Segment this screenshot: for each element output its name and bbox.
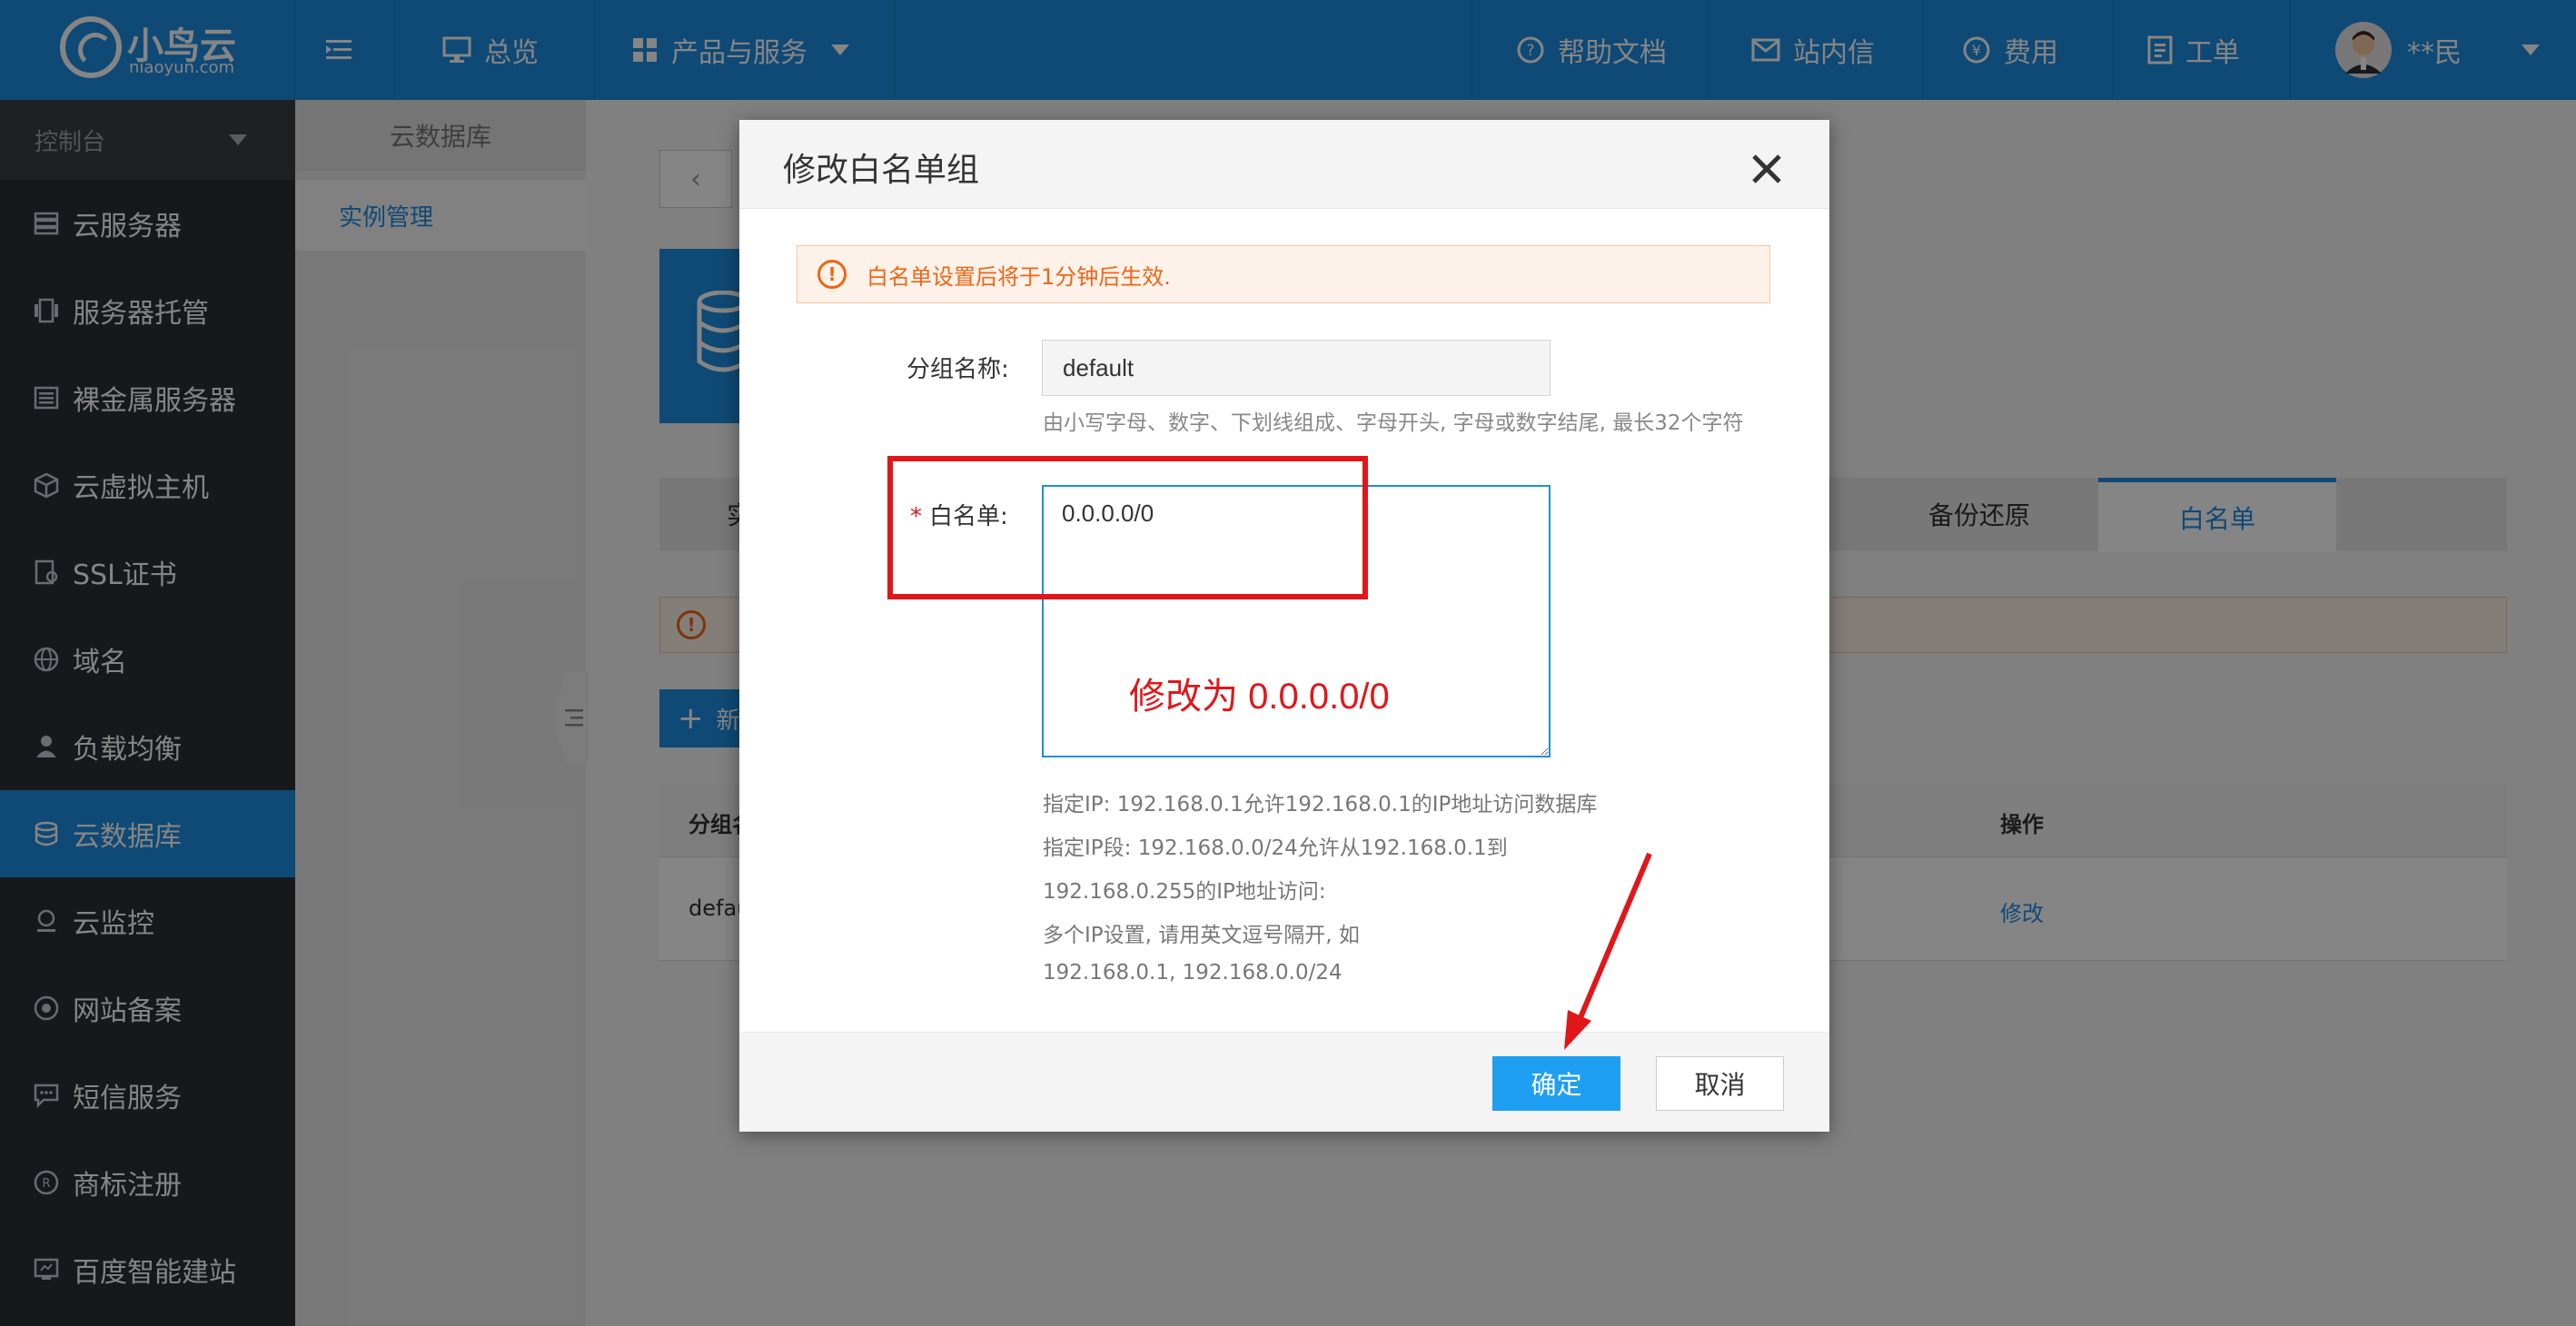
info-alert: ! 白名单设置后将于1分钟后生效. [797,245,1770,303]
annotation-arrow-icon [1564,852,1652,1050]
whitelist-hint-5: 192.168.0.1, 192.168.0.0/24 [1043,961,1342,985]
warning-icon: ! [817,260,847,289]
close-button[interactable] [1749,151,1785,187]
whitelist-hint-1: 指定IP: 192.168.0.1允许192.168.0.1的IP地址访问数据库 [1043,793,1598,816]
annotation-highlight-box [887,456,1368,599]
whitelist-hint-2: 指定IP段: 192.168.0.0/24允许从192.168.0.1到 [1043,836,1508,860]
whitelist-hint-4: 多个IP设置, 请用英文逗号隔开, 如 [1043,924,1360,947]
group-name-label: 分组名称: [907,356,1009,383]
whitelist-hint-3: 192.168.0.255的IP地址访问: [1043,880,1326,904]
alert-text: 白名单设置后将于1分钟后生效. [867,263,1171,290]
annotation-note: 修改为 0.0.0.0/0 [1129,677,1390,717]
group-name-field[interactable] [1042,340,1551,396]
group-name-hint: 由小写字母、数字、下划线组成、字母开头, 字母或数字结尾, 最长32个字符 [1043,411,1744,435]
dialog-title: 修改白名单组 [783,152,980,189]
close-icon [1752,154,1781,183]
confirm-button[interactable]: 确定 [1492,1056,1620,1111]
cancel-button[interactable]: 取消 [1656,1056,1784,1111]
